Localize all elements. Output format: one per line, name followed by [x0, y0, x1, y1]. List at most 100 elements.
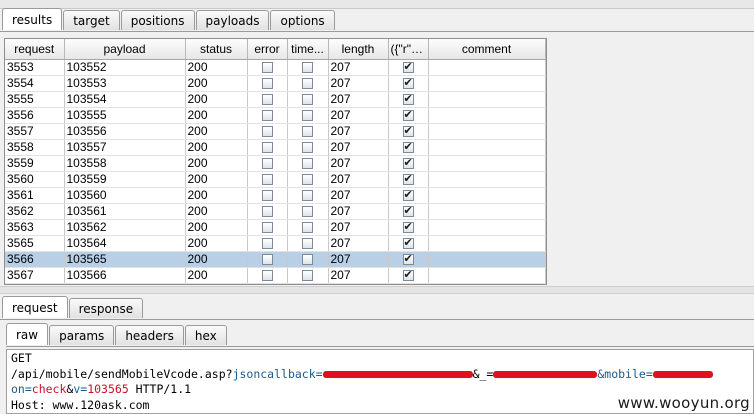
grep-match-checkbox[interactable]: ✔	[402, 254, 414, 266]
error-checkbox[interactable]	[261, 222, 273, 234]
tab-target[interactable]: target	[63, 10, 120, 30]
grep-match-checkbox[interactable]: ✔	[402, 142, 414, 154]
grep-match-checkbox[interactable]: ✔	[402, 78, 414, 90]
cell-request: 3563	[5, 219, 65, 236]
table-row[interactable]: 3559 103558 200 207 ✔	[5, 155, 546, 172]
cell-length: 207	[328, 59, 389, 76]
tab-headers[interactable]: headers	[115, 325, 184, 345]
grep-match-checkbox[interactable]: ✔	[402, 110, 414, 122]
tab-options[interactable]: options	[270, 10, 335, 30]
grep-match-checkbox[interactable]: ✔	[402, 238, 414, 250]
timeout-checkbox[interactable]	[302, 254, 313, 266]
error-checkbox[interactable]	[261, 142, 273, 154]
request-method: GET	[11, 351, 32, 365]
cell-timeout	[287, 91, 329, 108]
table-row[interactable]: 3560 103559 200 207 ✔	[5, 171, 546, 188]
tab-hex[interactable]: hex	[184, 325, 227, 345]
error-checkbox[interactable]	[261, 158, 273, 170]
column-header[interactable]: ({"r":0})	[388, 39, 429, 60]
timeout-checkbox[interactable]	[302, 126, 313, 138]
tab-params[interactable]: params	[49, 325, 115, 345]
table-row[interactable]: 3556 103555 200 207 ✔	[5, 107, 546, 124]
grep-match-checkbox[interactable]: ✔	[402, 222, 414, 234]
tab-raw[interactable]: raw	[6, 323, 49, 345]
cell-timeout	[287, 155, 329, 172]
column-header[interactable]: length	[328, 39, 389, 60]
error-checkbox[interactable]	[261, 110, 273, 122]
error-checkbox[interactable]	[261, 254, 273, 266]
error-checkbox[interactable]	[261, 174, 273, 186]
error-checkbox[interactable]	[261, 126, 273, 138]
redacted-value	[652, 370, 713, 378]
cell-timeout	[287, 235, 329, 252]
grep-match-checkbox[interactable]: ✔	[402, 174, 414, 186]
cell-grep-match: ✔	[388, 91, 429, 108]
cell-timeout	[287, 139, 329, 156]
column-header[interactable]: time...	[287, 39, 329, 60]
cell-error	[247, 219, 288, 236]
column-header[interactable]: status	[185, 39, 248, 60]
timeout-checkbox[interactable]	[302, 270, 313, 282]
grep-match-checkbox[interactable]: ✔	[402, 94, 414, 106]
grep-match-checkbox[interactable]: ✔	[402, 206, 414, 218]
table-row[interactable]: 3558 103557 200 207 ✔	[5, 139, 546, 156]
tab-payloads[interactable]: payloads	[195, 10, 270, 30]
column-header[interactable]: comment	[428, 39, 546, 60]
error-checkbox[interactable]	[261, 238, 273, 250]
grep-match-checkbox[interactable]: ✔	[402, 190, 414, 202]
cell-error	[247, 75, 288, 92]
results-table-container[interactable]: request payload status error time... length({…	[4, 38, 547, 285]
table-row[interactable]: 3555 103554 200 207 ✔	[5, 91, 546, 108]
cell-error	[247, 171, 288, 188]
column-header[interactable]: payload	[64, 39, 186, 60]
pane-splitter[interactable]	[0, 286, 754, 294]
column-header[interactable]: request	[5, 39, 65, 60]
timeout-checkbox[interactable]	[302, 62, 313, 74]
table-row[interactable]: 3562 103561 200 207 ✔	[5, 203, 546, 220]
cell-error	[247, 203, 288, 220]
timeout-checkbox[interactable]	[302, 206, 313, 218]
error-checkbox[interactable]	[261, 62, 273, 74]
cell-grep-match: ✔	[388, 139, 429, 156]
cell-grep-match: ✔	[388, 251, 429, 268]
timeout-checkbox[interactable]	[302, 190, 313, 202]
column-header[interactable]: error	[247, 39, 288, 60]
tab-request[interactable]: request	[2, 296, 68, 318]
timeout-checkbox[interactable]	[302, 78, 313, 90]
watermark: www.wooyun.org	[617, 394, 750, 412]
grep-match-checkbox[interactable]: ✔	[402, 270, 414, 282]
table-row[interactable]: 3566 103565 200 207 ✔	[5, 251, 546, 268]
cell-payload: 103556	[64, 123, 186, 140]
table-row[interactable]: 3561 103560 200 207 ✔	[5, 187, 546, 204]
param-separator: &_=	[472, 366, 494, 381]
table-row[interactable]: 3553 103552 200 207 ✔	[5, 59, 546, 76]
grep-match-checkbox[interactable]: ✔	[402, 158, 414, 170]
cell-request: 3554	[5, 75, 65, 92]
timeout-checkbox[interactable]	[302, 238, 313, 250]
table-row[interactable]: 3565 103564 200 207 ✔	[5, 235, 546, 252]
timeout-checkbox[interactable]	[302, 142, 313, 154]
grep-match-checkbox[interactable]: ✔	[402, 126, 414, 138]
tab-positions[interactable]: positions	[120, 10, 195, 30]
table-row[interactable]: 3557 103556 200 207 ✔	[5, 123, 546, 140]
error-checkbox[interactable]	[261, 206, 273, 218]
tab-results[interactable]: results	[2, 8, 63, 30]
error-checkbox[interactable]	[261, 190, 273, 202]
error-checkbox[interactable]	[261, 94, 273, 106]
tab-response[interactable]: response	[68, 298, 144, 318]
timeout-checkbox[interactable]	[302, 158, 313, 170]
table-row[interactable]: 3563 103562 200 207 ✔	[5, 219, 546, 236]
table-header-row: request payload status error time... length({…	[5, 39, 546, 60]
table-row[interactable]: 3554 103553 200 207 ✔	[5, 75, 546, 92]
timeout-checkbox[interactable]	[302, 110, 313, 122]
cell-timeout	[287, 107, 329, 124]
table-row[interactable]: 3567 103566 200 207 ✔	[5, 267, 546, 284]
error-checkbox[interactable]	[261, 78, 273, 90]
cell-timeout	[287, 171, 329, 188]
error-checkbox[interactable]	[261, 270, 273, 282]
timeout-checkbox[interactable]	[302, 94, 313, 106]
cell-payload: 103552	[64, 59, 186, 76]
timeout-checkbox[interactable]	[302, 174, 313, 186]
timeout-checkbox[interactable]	[302, 222, 313, 234]
grep-match-checkbox[interactable]: ✔	[402, 62, 414, 74]
